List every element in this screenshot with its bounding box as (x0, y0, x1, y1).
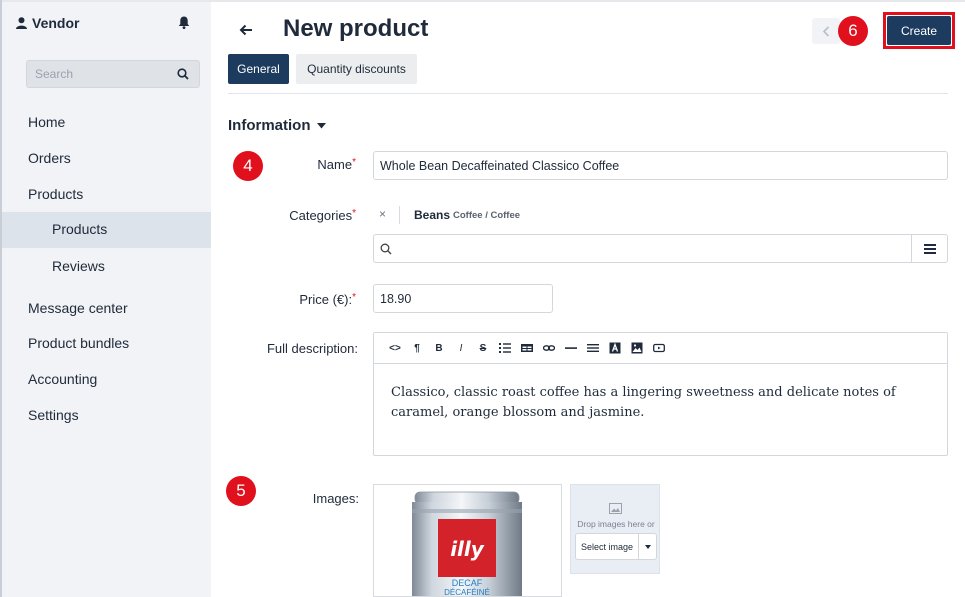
paragraph-format-icon[interactable]: ¶ (406, 337, 428, 359)
sidebar-item-settings[interactable]: Settings (28, 407, 79, 423)
page-title: New product (283, 15, 429, 42)
sidebar-subitem-products[interactable]: Products (52, 221, 107, 237)
sidebar-item-message-center[interactable]: Message center (28, 300, 128, 316)
description-text: Classico, classic roast coffee has a lin… (391, 385, 896, 420)
editor-toolbar: <> ¶ B I S (374, 333, 947, 364)
sidebar-search (26, 60, 200, 88)
sidebar-item-orders[interactable]: Orders (28, 150, 71, 166)
tin-line2: DÉCAFÉINÉ (444, 588, 490, 597)
italic-icon[interactable]: I (450, 337, 472, 359)
bell-icon[interactable] (178, 16, 190, 29)
sidebar-item-products[interactable]: Products (28, 186, 83, 202)
required-asterisk: * (352, 208, 356, 219)
code-view-icon[interactable]: <> (384, 337, 406, 359)
hamburger-menu-icon (923, 243, 936, 254)
required-asterisk: * (352, 157, 356, 168)
horizontal-rule-icon[interactable] (560, 337, 582, 359)
category-search-field[interactable] (373, 234, 948, 263)
description-editor[interactable]: <> ¶ B I S Classico, classic roast coffe… (373, 332, 948, 456)
create-button[interactable]: Create (887, 16, 951, 45)
search-icon[interactable] (177, 68, 189, 80)
caret-down-icon (316, 122, 326, 128)
select-image-dropdown[interactable] (638, 534, 656, 559)
strikethrough-icon[interactable]: S (472, 337, 494, 359)
back-arrow-icon[interactable] (239, 23, 253, 37)
categories-label: Categories* (289, 208, 356, 223)
select-image-button[interactable]: Select image (575, 533, 657, 560)
previous-button[interactable] (812, 18, 840, 44)
user-icon (16, 17, 27, 29)
sidebar-subitem-reviews[interactable]: Reviews (52, 258, 105, 274)
table-icon[interactable] (516, 337, 538, 359)
price-input[interactable] (373, 284, 553, 313)
select-image-label: Select image (581, 541, 634, 552)
unordered-list-icon[interactable] (494, 337, 516, 359)
coffee-tin-image: illy DECAF DÉCAFÉINÉ (412, 491, 522, 597)
bold-icon[interactable]: B (428, 337, 450, 359)
tin-line1: DECAF (452, 578, 483, 588)
sidebar-search-input[interactable] (35, 61, 165, 87)
category-remove-button[interactable]: × (379, 207, 386, 221)
tabs-divider (228, 93, 948, 94)
name-input[interactable] (373, 151, 948, 180)
vendor-menu[interactable]: Vendor (16, 15, 79, 31)
search-icon (380, 243, 392, 255)
vendor-label: Vendor (32, 15, 80, 31)
product-image-thumbnail[interactable]: illy DECAF DÉCAFÉINÉ (373, 484, 562, 597)
section-title: Information (228, 117, 311, 134)
image-drop-zone[interactable]: Drop images here or Select image (570, 484, 660, 574)
name-label: Name* (317, 157, 356, 172)
required-asterisk: * (352, 292, 356, 303)
price-label: Price (€):* (299, 292, 356, 307)
text-color-icon[interactable] (604, 337, 626, 359)
chevron-left-icon (822, 25, 830, 37)
insert-video-icon[interactable] (648, 337, 670, 359)
images-label: Images: (312, 491, 359, 506)
drop-images-text: Drop images here or (577, 519, 655, 529)
description-label: Full description: (266, 341, 358, 356)
sidebar-item-product-bundles[interactable]: Product bundles (28, 335, 129, 351)
link-icon[interactable] (538, 337, 560, 359)
tab-quantity-discounts[interactable]: Quantity discounts (296, 54, 417, 84)
caret-down-icon (644, 544, 651, 549)
align-icon[interactable] (582, 337, 604, 359)
category-name: Beans (414, 208, 451, 222)
sidebar-item-accounting[interactable]: Accounting (28, 371, 97, 387)
insert-image-icon[interactable] (626, 337, 648, 359)
category-path: Coffee / Coffee (453, 210, 521, 221)
category-picker-button[interactable] (911, 235, 947, 262)
sidebar-item-home[interactable]: Home (28, 114, 65, 130)
information-section-toggle[interactable]: Information (228, 117, 326, 134)
tin-brand: illy (450, 537, 485, 561)
annotation-badge-6: 6 (838, 16, 868, 46)
image-placeholder-icon (609, 503, 622, 514)
category-separator (399, 206, 400, 224)
tab-general[interactable]: General (228, 54, 289, 84)
